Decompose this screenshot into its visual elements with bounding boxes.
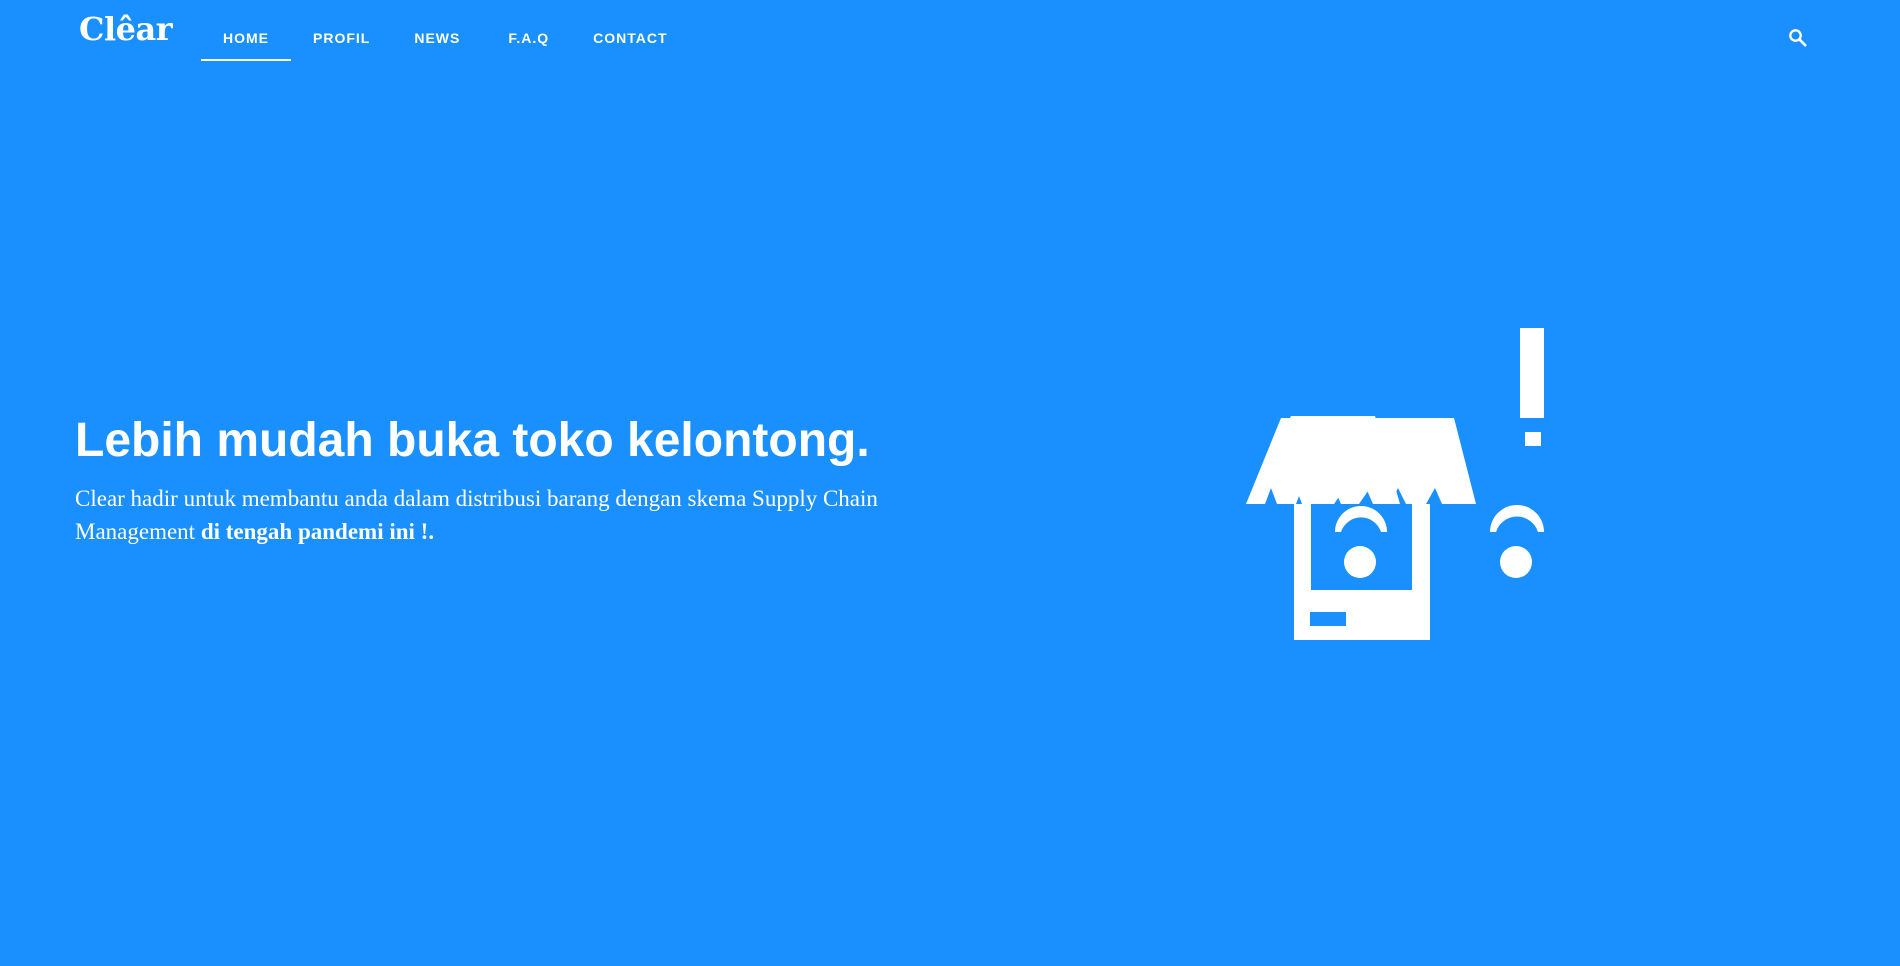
nav-item-faq[interactable]: F.A.Q: [482, 0, 571, 62]
search-icon[interactable]: [1788, 28, 1808, 48]
nav-item-home[interactable]: HOME: [201, 0, 291, 62]
main-navigation: HOME PROFIL NEWS F.A.Q CONTACT: [201, 0, 690, 62]
hero-title: Lebih mudah buka toko kelontong.: [75, 414, 870, 467]
nav-item-contact[interactable]: CONTACT: [571, 0, 689, 62]
grocery-stall-illustration: [1246, 328, 1544, 640]
nav-item-news[interactable]: NEWS: [392, 0, 482, 62]
top-navigation-bar: Clêar HOME PROFIL NEWS F.A.Q CONTACT: [0, 0, 1900, 62]
hero-description: Clear hadir untuk membantu anda dalam di…: [75, 482, 975, 548]
hero-description-emphasis: di tengah pandemi ini !.: [200, 519, 435, 544]
brand-logo[interactable]: Clêar: [79, 13, 173, 45]
hero-description-text: Clear hadir untuk membantu anda dalam di…: [75, 486, 878, 544]
nav-item-profil[interactable]: PROFIL: [291, 0, 392, 62]
